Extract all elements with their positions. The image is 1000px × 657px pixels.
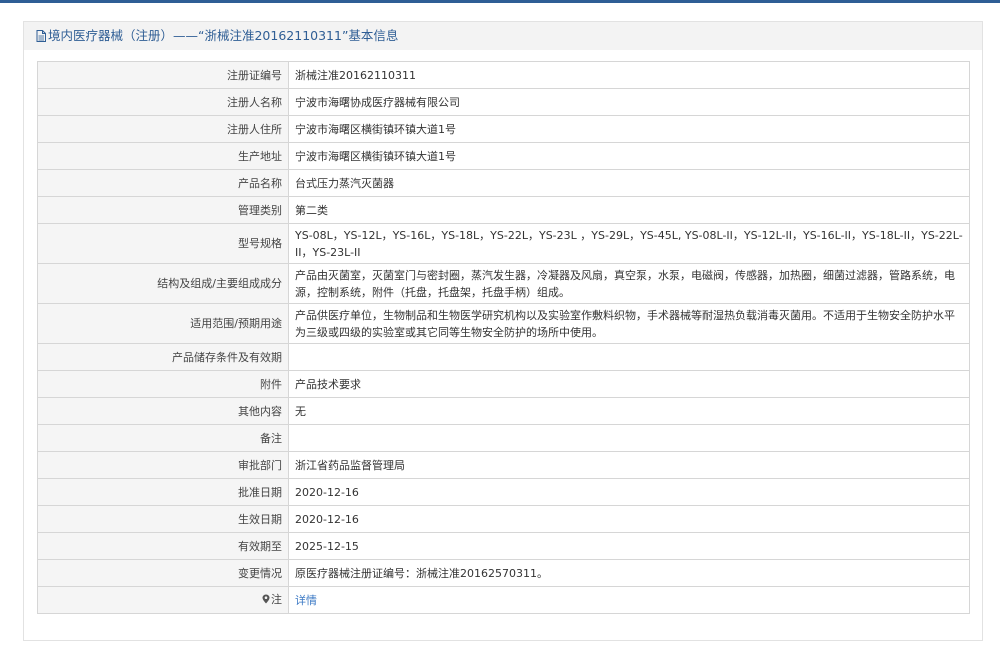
row-label: 批准日期 [37, 478, 289, 506]
row-value: 宁波市海曙区横街镇环镇大道1号 [288, 115, 970, 143]
row-value: 宁波市海曙协成医疗器械有限公司 [288, 88, 970, 116]
row-label: 变更情况 [37, 559, 289, 587]
row-value [288, 343, 970, 371]
row-label: 审批部门 [37, 451, 289, 479]
top-rule [0, 0, 1000, 3]
row-value: 浙江省药品监督管理局 [288, 451, 970, 479]
row-label: 备注 [37, 424, 289, 452]
table-row: 注册证编号 浙械注准20162110311 [37, 61, 970, 89]
table-row: 注册人住所 宁波市海曙区横街镇环镇大道1号 [37, 115, 970, 143]
table-row: 变更情况 原医疗器械注册证编号：浙械注准20162570311。 [37, 559, 970, 587]
row-label: 注册人名称 [37, 88, 289, 116]
row-value: 2020-12-16 [288, 478, 970, 506]
panel-body: 注册证编号 浙械注准20162110311 注册人名称 宁波市海曙协成医疗器械有… [24, 50, 982, 640]
location-pin-icon [262, 592, 270, 609]
row-value: 产品技术要求 [288, 370, 970, 398]
table-row: 附件 产品技术要求 [37, 370, 970, 398]
row-label: 生效日期 [37, 505, 289, 533]
row-label: 其他内容 [37, 397, 289, 425]
table-row: 生效日期 2020-12-16 [37, 505, 970, 533]
row-value [288, 424, 970, 452]
info-panel: 境内医疗器械（注册）——“浙械注准20162110311”基本信息 注册证编号 … [23, 21, 983, 641]
row-value: YS-08L，YS-12L，YS-16L，YS-18L，YS-22L，YS-23… [288, 223, 970, 264]
table-row: 注册人名称 宁波市海曙协成医疗器械有限公司 [37, 88, 970, 116]
row-label: 适用范围/预期用途 [37, 303, 289, 344]
row-label: 有效期至 [37, 532, 289, 560]
row-label: 产品储存条件及有效期 [37, 343, 289, 371]
table-row: 备注 [37, 424, 970, 452]
table-row: 产品名称 台式压力蒸汽灭菌器 [37, 169, 970, 197]
table-row: 有效期至 2025-12-15 [37, 532, 970, 560]
row-label: 附件 [37, 370, 289, 398]
panel-header: 境内医疗器械（注册）——“浙械注准20162110311”基本信息 [24, 22, 982, 50]
row-label: 注册证编号 [37, 61, 289, 89]
row-value: 无 [288, 397, 970, 425]
row-label: 注册人住所 [37, 115, 289, 143]
table-row: 批准日期 2020-12-16 [37, 478, 970, 506]
details-link[interactable]: 详情 [295, 594, 317, 607]
row-value: 2025-12-15 [288, 532, 970, 560]
row-label: 产品名称 [37, 169, 289, 197]
row-value: 产品由灭菌室，灭菌室门与密封圈，蒸汽发生器，冷凝器及风扇，真空泵，水泵，电磁阀，… [288, 263, 970, 304]
note-value: 详情 [288, 586, 970, 614]
table-row: 产品储存条件及有效期 [37, 343, 970, 371]
row-value: 产品供医疗单位，生物制品和生物医学研究机构以及实验室作敷料织物，手术器械等耐湿热… [288, 303, 970, 344]
table-row: 其他内容 无 [37, 397, 970, 425]
table-row: 审批部门 浙江省药品监督管理局 [37, 451, 970, 479]
row-label: 结构及组成/主要组成成分 [37, 263, 289, 304]
table-row: 型号规格 YS-08L，YS-12L，YS-16L，YS-18L，YS-22L，… [37, 223, 970, 264]
table-row: 结构及组成/主要组成成分 产品由灭菌室，灭菌室门与密封圈，蒸汽发生器，冷凝器及风… [37, 263, 970, 304]
table-row: 生产地址 宁波市海曙区横街镇环镇大道1号 [37, 142, 970, 170]
row-value: 宁波市海曙区横街镇环镇大道1号 [288, 142, 970, 170]
table-row: 适用范围/预期用途 产品供医疗单位，生物制品和生物医学研究机构以及实验室作敷料织… [37, 303, 970, 344]
note-label-text: 注 [271, 593, 282, 606]
info-table: 注册证编号 浙械注准20162110311 注册人名称 宁波市海曙协成医疗器械有… [37, 61, 970, 614]
row-label: 型号规格 [37, 223, 289, 264]
row-value: 原医疗器械注册证编号：浙械注准20162570311。 [288, 559, 970, 587]
row-value: 浙械注准20162110311 [288, 61, 970, 89]
table-row-note: 注 详情 [37, 586, 970, 614]
row-value: 2020-12-16 [288, 505, 970, 533]
table-row: 管理类别 第二类 [37, 196, 970, 224]
row-label: 生产地址 [37, 142, 289, 170]
note-label: 注 [37, 586, 289, 614]
row-value: 台式压力蒸汽灭菌器 [288, 169, 970, 197]
row-label: 管理类别 [37, 196, 289, 224]
document-icon [36, 24, 46, 52]
row-value: 第二类 [288, 196, 970, 224]
page-title: 境内医疗器械（注册）——“浙械注准20162110311”基本信息 [48, 28, 399, 43]
